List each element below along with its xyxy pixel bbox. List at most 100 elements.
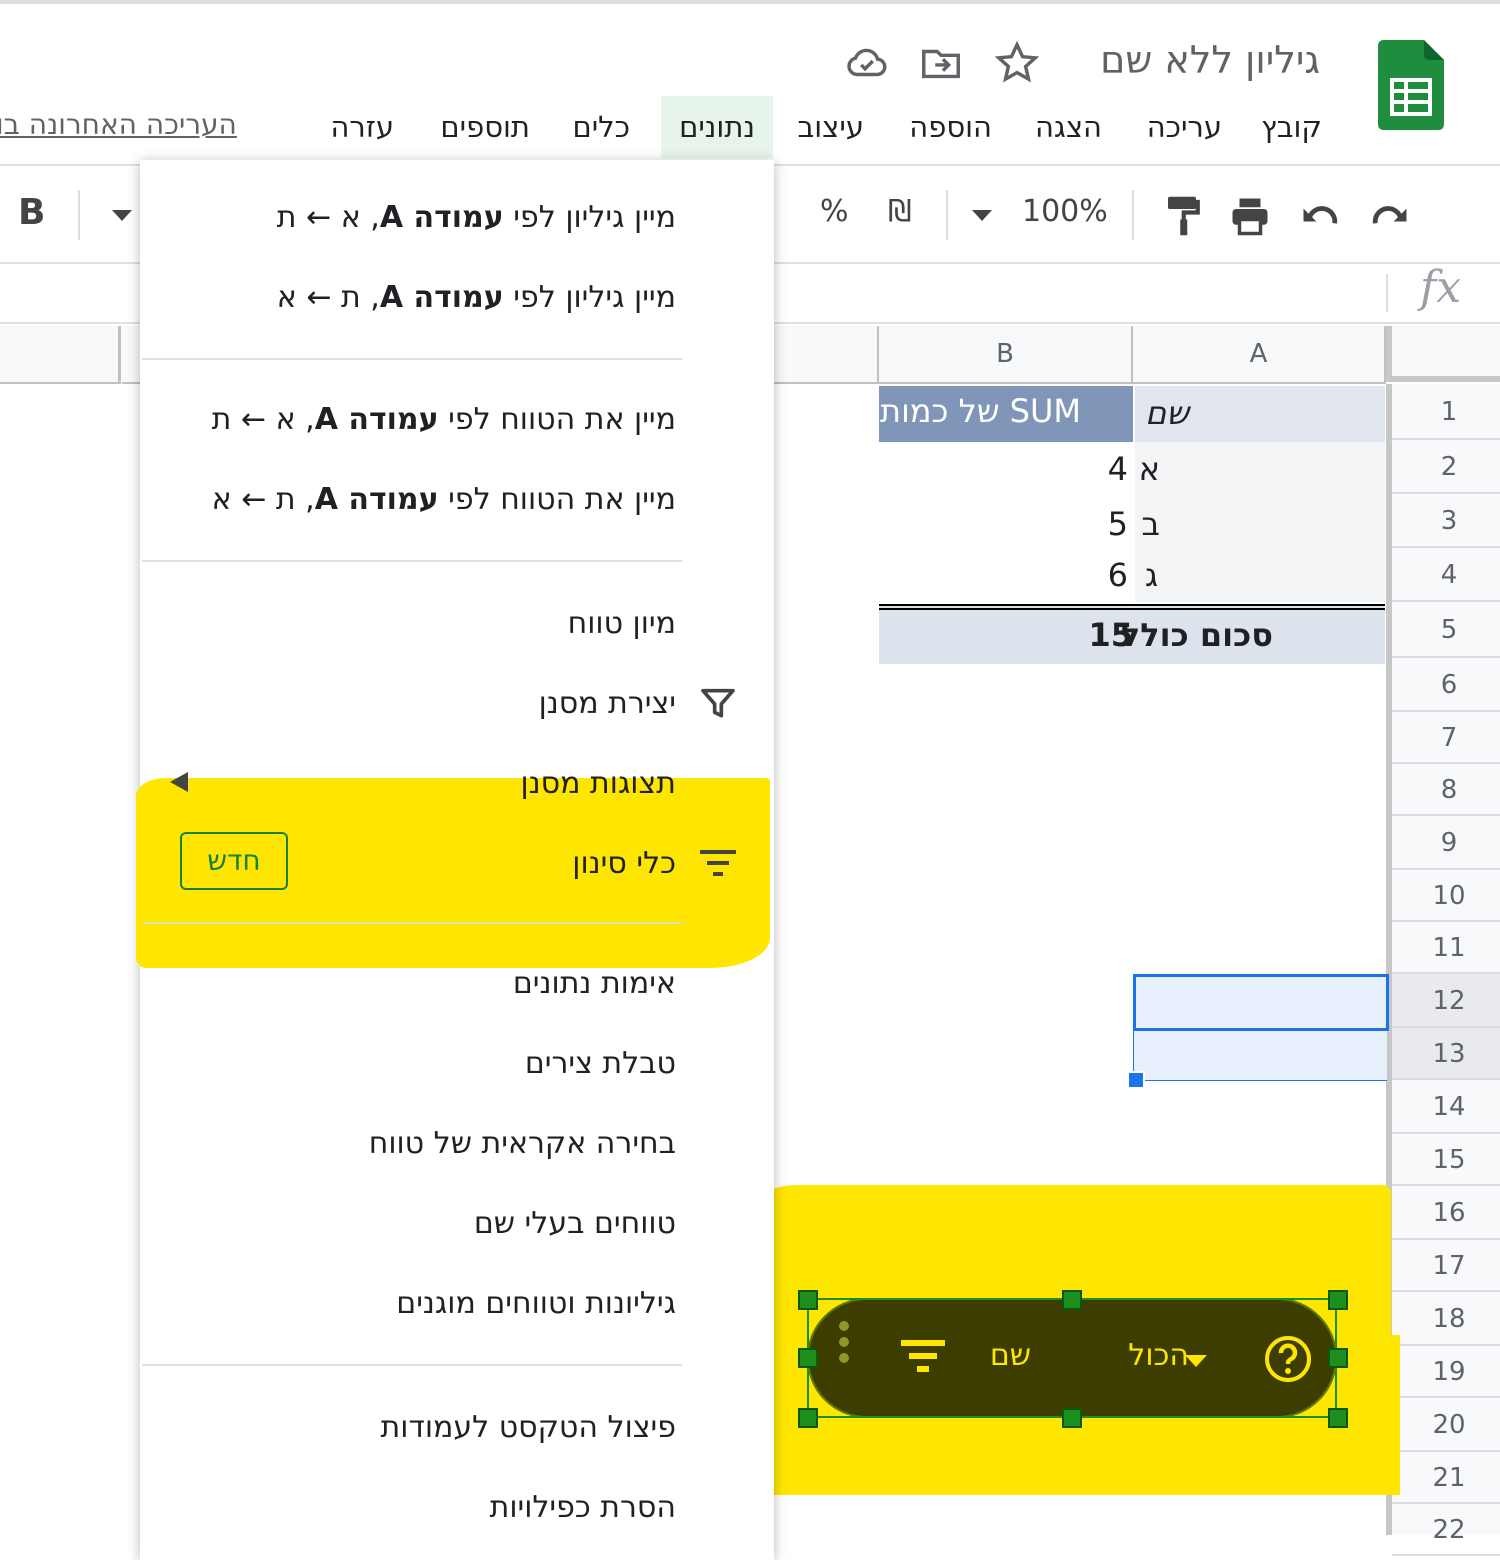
column-header-b[interactable]: B [879,326,1133,384]
formula-fx-icon: fx [1420,262,1462,313]
fill-handle[interactable] [1127,1071,1145,1089]
row-header-16[interactable]: 16 [1392,1186,1500,1240]
pivot-header-a-text: שם [1145,394,1189,432]
zoom-select[interactable]: 100% [1022,194,1108,229]
menu-text: מיין גיליון לפי [513,200,676,235]
menu-tools[interactable]: כלים [572,96,630,158]
row-header-17[interactable]: 17 [1392,1240,1500,1292]
menu-divider [142,358,682,360]
row-header-7[interactable]: 7 [1392,712,1500,764]
row-header-8[interactable]: 8 [1392,764,1500,816]
toolbar-separator [946,190,948,240]
sort-sheet-z-a[interactable]: מיין גיליון לפי עמודה A, ת ← א [277,280,676,315]
resize-handle[interactable] [1328,1348,1348,1368]
pivot-header-b-text: SUM של כמות [880,392,1081,430]
menu-format[interactable]: עיצוב [797,96,864,158]
pivot-row-3-value[interactable]: 6 [1108,556,1128,594]
redo-icon[interactable] [1364,190,1416,242]
pivot-header-b[interactable]: SUM של כמות [879,386,1133,442]
pivot-row-3-name[interactable]: ג [1145,556,1158,594]
column-header-a[interactable]: A [1133,326,1386,384]
selected-range[interactable] [1133,1028,1387,1081]
menu-text: , א ← ת [211,402,315,437]
last-edit-link[interactable]: העריכה האחרונה בו [0,108,237,141]
row-header-4[interactable]: 4 [1392,548,1500,602]
pivot-total-label: סכום כולל [1120,616,1273,654]
menu-view[interactable]: הצגה [1035,96,1102,158]
row-header-15[interactable]: 15 [1392,1134,1500,1186]
currency-format-button[interactable]: ₪ [888,194,912,229]
pivot-row-2-value[interactable]: 5 [1108,505,1128,543]
bold-button[interactable]: B [18,192,45,233]
resize-handle[interactable] [798,1348,818,1368]
resize-handle[interactable] [1328,1290,1348,1310]
pivot-row-2-name[interactable]: ב [1142,505,1161,543]
menu-text: , א ← ת [276,200,380,235]
menu-data[interactable]: נתונים [661,96,773,158]
menu-text-bold: עמודה A [379,200,504,235]
percent-format-button[interactable]: % [820,194,849,229]
cloud-saved-icon[interactable] [844,40,890,86]
menu-text: מיין גיליון לפי [513,280,676,315]
row-header-5[interactable]: 5 [1392,602,1500,658]
menu-text-bold: עמודה A [314,482,439,517]
print-icon[interactable] [1224,190,1276,242]
top-border [0,0,1500,4]
formula-bar-separator [1386,274,1388,312]
sort-range-item[interactable]: מיון טווח [568,606,676,641]
row-header-10[interactable]: 10 [1392,870,1500,922]
pivot-row-1-value[interactable]: 4 [1108,450,1128,488]
row-header-2[interactable]: 2 [1392,440,1500,494]
create-filter-item[interactable]: יצירת מסנן [539,686,676,721]
menu-addons[interactable]: תוספים [440,96,530,158]
menu-help[interactable]: עזרה [330,96,394,158]
highlight-marker [1382,1335,1400,1495]
row-header-13[interactable]: 13 [1392,1028,1500,1080]
row-header-1[interactable]: 1 [1392,384,1500,440]
menu-text: , ת ← א [276,280,380,315]
star-icon[interactable] [994,40,1040,86]
row-header-21[interactable]: 21 [1392,1452,1500,1504]
row-header-9[interactable]: 9 [1392,816,1500,870]
active-cell[interactable] [1133,974,1389,1031]
resize-handle[interactable] [798,1290,818,1310]
resize-handle[interactable] [1062,1290,1082,1310]
highlight-marker [136,778,770,968]
row-header-11[interactable]: 11 [1392,922,1500,974]
resize-handle[interactable] [1062,1408,1082,1428]
resize-handle[interactable] [798,1408,818,1428]
row-header-18[interactable]: 18 [1392,1292,1500,1346]
menu-edit[interactable]: עריכה [1147,96,1222,158]
paint-format-icon[interactable] [1156,190,1208,242]
row-header-14[interactable]: 14 [1392,1080,1500,1134]
column-header-far[interactable] [0,326,121,384]
resize-handle[interactable] [1328,1408,1348,1428]
column-header-c[interactable] [774,326,879,384]
select-all-corner[interactable] [1386,326,1500,382]
filter-funnel-icon [698,684,738,724]
move-to-folder-icon[interactable] [918,40,964,86]
menu-insert[interactable]: הוספה [909,96,992,158]
column-header-d[interactable] [122,326,142,384]
undo-icon[interactable] [1294,190,1346,242]
row-header-22[interactable]: 22 [1392,1504,1500,1556]
row-headers: 1 2 3 4 5 6 7 8 9 10 11 12 13 14 15 16 1… [1386,384,1500,1556]
row-header-12[interactable]: 12 [1392,974,1500,1028]
row-header-20[interactable]: 20 [1392,1398,1500,1452]
pivot-total-value: 15 [1088,616,1133,654]
row-header-3[interactable]: 3 [1392,494,1500,548]
row-header-6[interactable]: 6 [1392,658,1500,712]
zoom-dropdown-icon[interactable] [956,190,1008,242]
sort-range-z-a[interactable]: מיין את הטווח לפי עמודה A, ת ← א [212,482,676,517]
menu-text-bold: עמודה A [379,280,504,315]
pivot-header-a[interactable]: שם [1135,386,1385,442]
pivot-total-row[interactable]: סכום כולל 15 [879,604,1385,664]
selection-outline [807,1298,1337,1418]
row-header-19[interactable]: 19 [1392,1346,1500,1398]
document-title[interactable]: גיליון ללא שם [1100,38,1320,82]
sort-range-a-z[interactable]: מיין את הטווח לפי עמודה A, א ← ת [212,402,676,437]
menu-file[interactable]: קובץ [1261,96,1322,158]
sort-sheet-a-z[interactable]: מיין גיליון לפי עמודה A, א ← ת [277,200,676,235]
pivot-row-1-name[interactable]: א [1139,450,1160,488]
toolbar-separator [1132,190,1134,240]
